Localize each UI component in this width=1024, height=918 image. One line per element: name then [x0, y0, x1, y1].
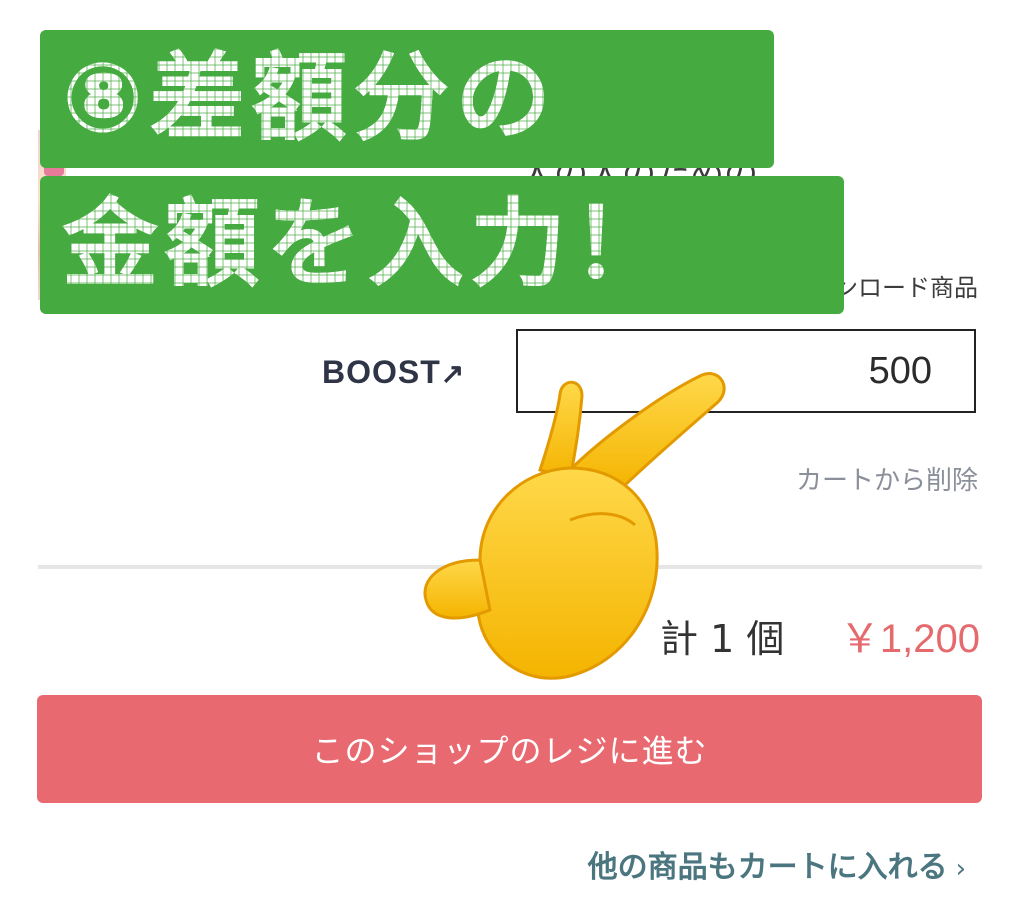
remove-from-cart-link[interactable]: カートから削除: [796, 460, 978, 497]
checkout-button[interactable]: このショップのレジに進む: [37, 695, 982, 803]
total-price: ￥1,200: [839, 617, 980, 661]
banner-line-2: 金額を入力！: [40, 176, 844, 314]
chevron-right-icon: ›: [955, 854, 966, 884]
instruction-banner: ⑧差額分の 金額を入力！: [40, 30, 844, 314]
add-more-items-label: 他の商品もカートに入れる: [587, 850, 948, 885]
banner-line-1: ⑧差額分の: [40, 30, 774, 168]
pointing-hand-icon: [423, 372, 726, 680]
add-more-items-link[interactable]: 他の商品もカートに入れる ›: [588, 842, 966, 886]
